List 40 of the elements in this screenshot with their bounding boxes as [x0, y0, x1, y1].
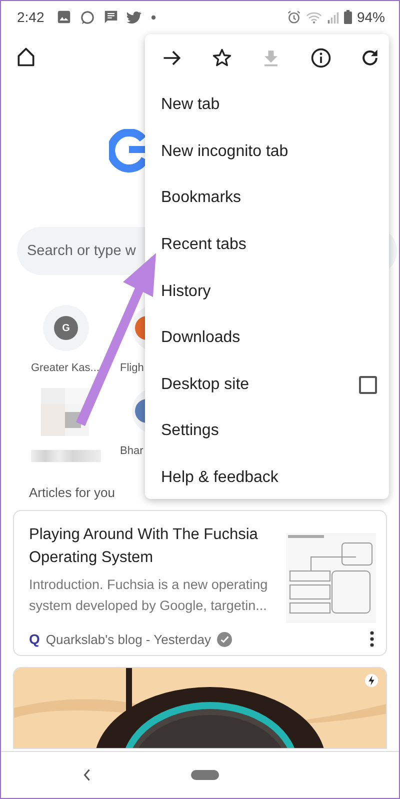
home-icon[interactable] [15, 46, 37, 68]
clock-time: 2:42 [17, 9, 44, 25]
article-card[interactable]: Playing Around With The Fuchsia Operating System Introduction. Fuchsia is a new operating system developed by Google, targetin... Q Quarkslab's blog - Yesterday [13, 510, 387, 656]
menu-item[interactable]: Desktop site [161, 376, 250, 394]
lightning-icon [365, 674, 378, 687]
message-icon [104, 10, 118, 24]
home-pill[interactable] [191, 770, 219, 780]
logo-letter-drawing [109, 129, 145, 173]
menu-item[interactable]: New tab [161, 96, 220, 114]
shortcut-label[interactable]: Greater Kas... [31, 361, 100, 375]
article-snippet: Introduction. Fuchsia is a new operating system developed by Google, targetin... [29, 576, 269, 615]
check-badge-icon [216, 632, 232, 646]
menu-item[interactable]: New incognito tab [161, 142, 288, 161]
shortcut-icon[interactable]: G [43, 305, 89, 351]
battery-level: 94% [356, 9, 385, 25]
wifi-icon [306, 10, 322, 24]
source-logo: Q [29, 631, 40, 647]
dot-icon [151, 14, 156, 20]
menu-item[interactable]: History [161, 282, 211, 301]
battery-icon [344, 10, 352, 24]
menu-item[interactable]: Help & feedback [161, 469, 278, 488]
shortcut-label[interactable]: Fligh [120, 361, 144, 375]
back-icon[interactable] [83, 769, 91, 781]
alarm-clock-icon [286, 10, 301, 24]
chat-bubble-icon [80, 10, 96, 24]
section-heading: Articles for you [29, 485, 115, 500]
menu-item[interactable]: Settings [161, 422, 219, 440]
shortcut-label[interactable]: Bhar [120, 444, 144, 458]
signal-icon [326, 10, 339, 24]
bird-icon [127, 10, 142, 24]
more-options-icon[interactable] [370, 631, 374, 647]
article-source: Quarkslab's blog - Yesterday [46, 632, 211, 646]
image-icon [57, 10, 72, 24]
menu-item[interactable]: Downloads [161, 329, 240, 348]
menu-item[interactable]: Recent tabs [161, 236, 246, 254]
checkbox[interactable] [359, 376, 377, 394]
menu-item[interactable]: Bookmarks [161, 189, 242, 208]
article-title[interactable]: Playing Around With The Fuchsia Operating System [29, 523, 278, 569]
blurred-label-drawing [31, 450, 101, 462]
blurred-shortcut-drawing [41, 388, 89, 436]
